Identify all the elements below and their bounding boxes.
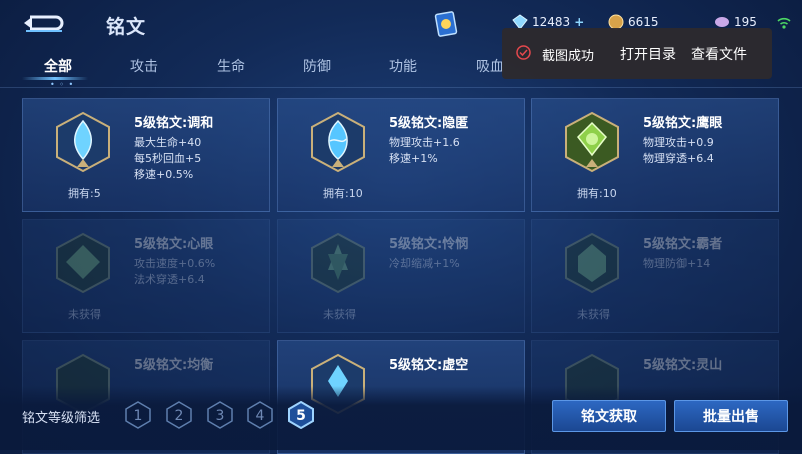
inscription-card[interactable]: 未获得 5级铭文:霸者 物理防御+14: [531, 219, 779, 333]
level-2-label: 2: [175, 408, 184, 424]
inscription-name: 5级铭文:怜悯: [389, 237, 469, 252]
open-directory-link[interactable]: 打开目录: [620, 44, 676, 64]
success-check-icon: [516, 45, 531, 60]
level-1-label: 1: [134, 408, 143, 424]
level-3-filter[interactable]: 3: [206, 401, 234, 429]
bulk-sell-button[interactable]: 批量出售: [674, 400, 788, 432]
inscription-card[interactable]: 未获得 5级铭文:心眼 攻击速度+0.6% 法术穿透+6.4: [22, 219, 270, 333]
level-5-label: 5: [296, 408, 306, 424]
mercy-inscription-icon: [311, 232, 365, 294]
inscription-name: 5级铭文:调和: [134, 116, 214, 131]
harmony-inscription-icon: [56, 111, 110, 173]
level-2-filter[interactable]: 2: [165, 401, 193, 429]
inscription-card[interactable]: 未获得 5级铭文:怜悯 冷却缩减+1%: [277, 219, 525, 333]
level-4-filter[interactable]: 4: [246, 401, 274, 429]
inscription-stat: 移速+1%: [389, 152, 438, 165]
inscription-stat: 攻击速度+0.6%: [134, 257, 216, 270]
level-5-filter[interactable]: 5: [287, 401, 315, 429]
inscription-stat: 物理攻击+0.9: [643, 136, 714, 149]
inscription-name: 5级铭文:灵山: [643, 358, 723, 373]
inscription-card[interactable]: 拥有:10 5级铭文:鹰眼 物理攻击+0.9 物理穿透+6.4: [531, 98, 779, 212]
owned-count: 未获得: [577, 308, 610, 321]
inscription-stat: 物理攻击+1.6: [389, 136, 460, 149]
inscription-stat: 每5秒回血+5: [134, 152, 202, 165]
inscription-name: 5级铭文:隐匿: [389, 116, 469, 131]
acquire-inscription-button[interactable]: 铭文获取: [552, 400, 666, 432]
level-1-filter[interactable]: 1: [124, 401, 152, 429]
hawk-eye-inscription-icon: [565, 111, 619, 173]
inscription-name: 5级铭文:虚空: [389, 358, 469, 373]
inscription-stat: 最大生命+40: [134, 136, 202, 149]
inscription-card[interactable]: 拥有:10 5级铭文:隐匿 物理攻击+1.6 移速+1%: [277, 98, 525, 212]
mind-eye-inscription-icon: [56, 232, 110, 294]
inscription-name: 5级铭文:均衡: [134, 358, 214, 373]
inscription-stat: 物理防御+14: [643, 257, 711, 270]
owned-count: 拥有:10: [323, 187, 363, 200]
owned-count: 未获得: [323, 308, 356, 321]
inscription-name: 5级铭文:心眼: [134, 237, 214, 252]
inscription-stat: 冷却缩减+1%: [389, 257, 460, 270]
stealth-inscription-icon: [311, 111, 365, 173]
inscription-stat: 物理穿透+6.4: [643, 152, 714, 165]
owned-count: 拥有:5: [68, 187, 101, 200]
level-filter-label: 铭文等级筛选: [22, 411, 101, 426]
owned-count: 未获得: [68, 308, 101, 321]
inscription-stat: 法术穿透+6.4: [134, 273, 205, 286]
toast-message: 截图成功: [542, 49, 595, 64]
inscription-stat: 移速+0.5%: [134, 168, 194, 181]
screenshot-toast: 截图成功 打开目录 查看文件: [502, 28, 772, 79]
inscription-name: 5级铭文:霸者: [643, 237, 723, 252]
view-file-link[interactable]: 查看文件: [691, 44, 747, 64]
level-4-label: 4: [256, 408, 265, 424]
owned-count: 拥有:10: [577, 187, 617, 200]
overlord-inscription-icon: [565, 232, 619, 294]
inscription-card[interactable]: 拥有:5 5级铭文:调和 最大生命+40 每5秒回血+5 移速+0.5%: [22, 98, 270, 212]
level-3-label: 3: [216, 408, 225, 424]
inscription-name: 5级铭文:鹰眼: [643, 116, 723, 131]
